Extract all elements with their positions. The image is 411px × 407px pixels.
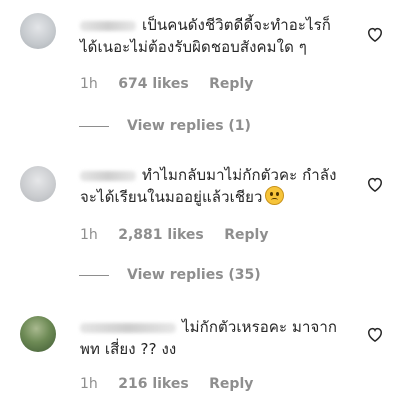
view-replies-button[interactable]: View replies (1) <box>79 118 251 138</box>
comment-text: ทำไมกลับมาไม่กักตัวคะ กำลังจะได้เรียนในม… <box>80 164 342 208</box>
reply-button[interactable]: Reply <box>209 376 253 392</box>
timestamp[interactable]: 1h <box>80 376 98 392</box>
username-blurred[interactable] <box>80 170 136 181</box>
timestamp[interactable]: 1h <box>80 227 98 243</box>
likes-count[interactable]: 216 likes <box>118 376 188 392</box>
timestamp[interactable]: 1h <box>80 76 98 92</box>
username-blurred[interactable] <box>80 322 176 333</box>
comment-meta: 1h 674 likes Reply <box>80 76 269 92</box>
view-replies-label: View replies (35) <box>127 267 261 283</box>
comment-text: เป็นคนดังชีวิตดีดี้จะทำอะไรก็ได้เนอะไม่ต… <box>80 14 342 58</box>
reply-button[interactable]: Reply <box>209 76 253 92</box>
frowning-face-emoji-icon <box>264 186 284 205</box>
divider-line <box>79 125 109 127</box>
view-replies-button[interactable]: View replies (35) <box>79 267 261 287</box>
view-replies-label: View replies (1) <box>127 118 251 134</box>
likes-count[interactable]: 2,881 likes <box>118 227 204 243</box>
comment-meta: 1h 216 likes Reply <box>80 376 269 392</box>
avatar[interactable] <box>20 316 56 352</box>
username-blurred[interactable] <box>80 20 136 31</box>
heart-icon[interactable] <box>365 174 385 194</box>
comment-meta: 1h 2,881 likes Reply <box>80 227 284 243</box>
heart-icon[interactable] <box>365 324 385 344</box>
avatar[interactable] <box>20 166 56 202</box>
divider-line <box>79 274 109 276</box>
comment-text: ไม่กักตัวเหรอคะ มาจาก พท เสี่ยง ?? งง <box>80 316 342 360</box>
reply-button[interactable]: Reply <box>224 227 268 243</box>
avatar[interactable] <box>20 13 56 49</box>
likes-count[interactable]: 674 likes <box>118 76 188 92</box>
heart-icon[interactable] <box>365 24 385 44</box>
